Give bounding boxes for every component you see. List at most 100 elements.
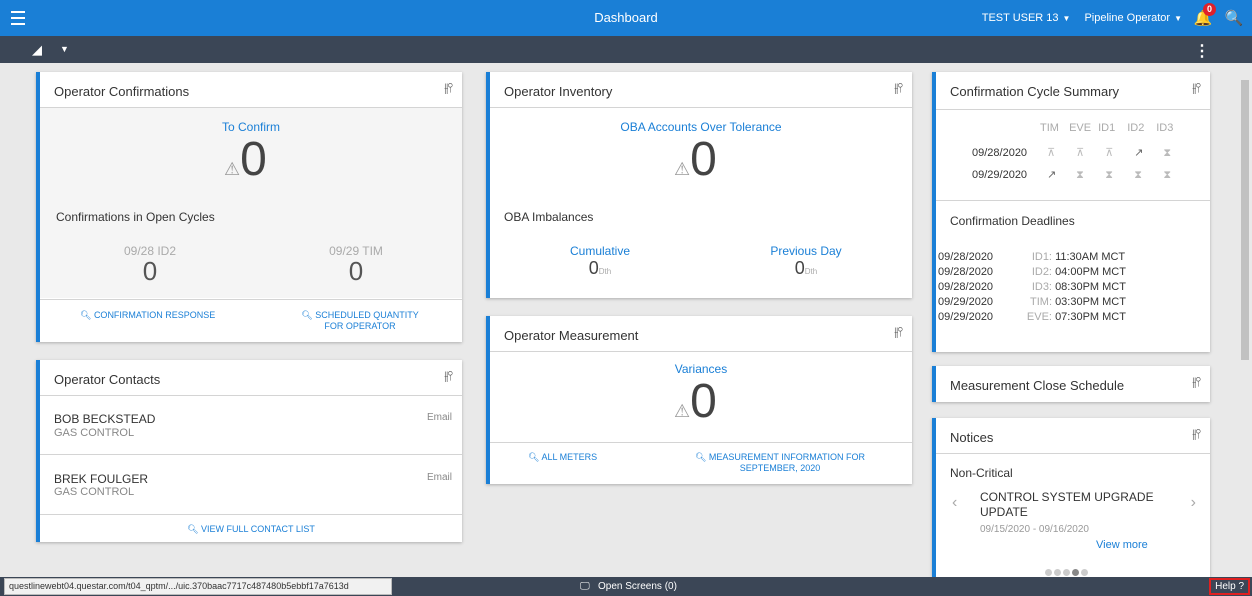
settings-sliders-icon[interactable]: ⫲⫯ — [444, 80, 453, 96]
card-title: Notices — [950, 430, 994, 445]
view-more-link[interactable]: View more — [1096, 539, 1148, 551]
previous-day-link[interactable]: Previous Day — [746, 244, 866, 258]
deadline-cycle: ID3: — [1031, 281, 1052, 293]
status-icon[interactable]: ⧗ — [1105, 169, 1131, 182]
deadlines-title: Confirmation Deadlines — [950, 214, 1075, 228]
more-options-icon[interactable]: ⋮ — [1194, 41, 1210, 61]
to-confirm-count: ⚠0 — [224, 136, 267, 184]
top-bar: Dashboard TEST USER 13 ▼ Pipeline Operato… — [0, 0, 1252, 36]
layout-icon[interactable]: ◢ — [32, 42, 42, 58]
monitor-icon: 🖵 — [580, 581, 593, 592]
notice-headline-line2: UPDATE — [980, 505, 1028, 519]
settings-sliders-icon[interactable]: ⫲⫯ — [444, 368, 453, 384]
carousel-dot[interactable] — [1045, 569, 1052, 576]
status-icon[interactable]: ⊼ — [1105, 146, 1131, 159]
settings-sliders-icon[interactable]: ⫲⫯ — [1192, 80, 1201, 96]
divider — [40, 514, 462, 515]
header-id1: ID1 — [1098, 122, 1116, 134]
unit: Dth — [804, 267, 818, 276]
carousel-dot[interactable] — [1054, 569, 1061, 576]
status-icon[interactable]: ⧗ — [1163, 147, 1189, 160]
search-icon[interactable]: 🔍 — [1224, 9, 1244, 27]
search-icon: 🔍︎ — [301, 310, 316, 320]
deadline-cycle: ID2: — [1031, 266, 1052, 278]
card-header: Notices ⫲⫯ — [936, 418, 1210, 454]
deadline-time: 03:30PM MCT — [1055, 296, 1126, 308]
divider — [490, 442, 912, 443]
deadline-date: 09/29/2020 — [938, 296, 994, 308]
contact-name: BOB BECKSTEAD — [54, 412, 156, 426]
view-contact-list-link[interactable]: 🔍︎ VIEW FULL CONTACT LIST — [40, 524, 462, 535]
settings-sliders-icon[interactable]: ⫲⫯ — [894, 80, 903, 96]
help-button[interactable]: Help ? — [1209, 578, 1250, 595]
chevron-left-icon[interactable]: ‹ — [952, 494, 957, 512]
settings-sliders-icon[interactable]: ⫲⫯ — [894, 324, 903, 340]
value: 0 — [794, 258, 805, 278]
warning-icon: ⚠ — [224, 159, 241, 179]
link-label-line2: FOR OPERATOR — [324, 321, 396, 331]
email-link[interactable]: Email — [427, 412, 452, 423]
all-meters-link[interactable]: 🔍︎ ALL METERS — [528, 452, 597, 463]
status-icon[interactable]: ⊼ — [1047, 146, 1073, 159]
chevron-down-icon[interactable]: ▼ — [60, 44, 69, 54]
status-icon[interactable]: ↗ — [1047, 168, 1073, 181]
carousel-dot[interactable] — [1063, 569, 1070, 576]
to-confirm-value: 0 — [240, 133, 267, 186]
scheduled-quantity-link[interactable]: 🔍︎ SCHEDULED QUANTITY FOR OPERATOR — [285, 310, 435, 331]
oba-over-tolerance-link[interactable]: OBA Accounts Over Tolerance — [490, 120, 912, 134]
card-title: Operator Contacts — [54, 372, 161, 387]
role-menu[interactable]: Pipeline Operator ▼ — [1084, 12, 1182, 24]
card-title: Measurement Close Schedule — [950, 378, 1125, 393]
to-confirm-link[interactable]: To Confirm — [40, 120, 462, 134]
deadline-time: 11:30AM MCT — [1055, 251, 1126, 263]
status-icon[interactable]: ↗ — [1134, 146, 1160, 159]
measurement-info-link[interactable]: 🔍︎ MEASUREMENT INFORMATION FOR SEPTEMBER… — [670, 452, 890, 473]
scroll-thumb[interactable] — [1241, 80, 1249, 360]
settings-sliders-icon[interactable]: ⫲⫯ — [1192, 374, 1201, 390]
value: 0 — [588, 258, 599, 278]
email-link[interactable]: Email — [427, 472, 452, 483]
cycle-date: 09/29/2020 — [972, 169, 1028, 181]
header-eve: EVE — [1069, 122, 1092, 134]
page-scrollbar[interactable] — [1240, 66, 1250, 574]
status-icon[interactable]: ⧗ — [1076, 169, 1102, 182]
status-icon[interactable]: ⊼ — [1076, 146, 1102, 159]
role-name: Pipeline Operator — [1084, 12, 1171, 24]
deadline-cycle: ID1: — [1031, 251, 1052, 263]
chevron-right-icon[interactable]: › — [1191, 494, 1196, 512]
user-name: TEST USER 13 — [981, 12, 1059, 24]
deadline-time: 08:30PM MCT — [1055, 281, 1126, 293]
deadline-time: 04:00PM MCT — [1055, 266, 1126, 278]
card-header: Operator Confirmations ⫲⫯ — [40, 72, 462, 108]
unit: Dth — [598, 267, 612, 276]
oba-imbalances-label: OBA Imbalances — [504, 210, 594, 224]
cycle1-value[interactable]: 0 — [100, 256, 200, 287]
cycle2-value[interactable]: 0 — [306, 256, 406, 287]
divider — [40, 299, 462, 300]
status-icon[interactable]: ⧗ — [1134, 169, 1160, 182]
warning-icon: ⚠ — [674, 159, 691, 179]
header-tim: TIM — [1040, 122, 1059, 134]
notice-headline[interactable]: CONTROL SYSTEM UPGRADE UPDATE — [980, 490, 1170, 520]
cumulative-link[interactable]: Cumulative — [540, 244, 660, 258]
card-header: Operator Contacts ⫲⫯ — [40, 360, 462, 396]
card-title: Operator Inventory — [504, 84, 613, 99]
deadline-row: 09/28/2020 ID1: 11:30AM MCT — [938, 250, 1126, 265]
variances-value: 0 — [690, 375, 717, 428]
user-menu[interactable]: TEST USER 13 ▼ — [982, 12, 1071, 24]
settings-sliders-icon[interactable]: ⫲⫯ — [1192, 426, 1201, 442]
header-id2: ID2 — [1127, 122, 1145, 134]
card-title: Operator Confirmations — [54, 84, 190, 99]
link-label: VIEW FULL CONTACT LIST — [201, 524, 315, 534]
variances-link[interactable]: Variances — [490, 362, 912, 376]
bell-icon[interactable]: 🔔 0 — [1190, 3, 1216, 27]
confirmation-response-link[interactable]: 🔍︎ CONFIRMATION RESPONSE — [80, 310, 215, 321]
status-icon[interactable]: ⧗ — [1163, 169, 1189, 182]
carousel-dot-active[interactable] — [1072, 569, 1079, 576]
deadline-row: 09/28/2020 ID2: 04:00PM MCT — [938, 265, 1126, 280]
carousel-dot[interactable] — [1081, 569, 1088, 576]
search-icon: 🔍︎ — [694, 452, 709, 462]
link-label: CONFIRMATION RESPONSE — [93, 310, 216, 320]
open-screens-button[interactable]: 🖵 Open Screens (0) — [580, 581, 677, 592]
notice-date-range: 09/15/2020 - 09/16/2020 — [980, 524, 1089, 535]
